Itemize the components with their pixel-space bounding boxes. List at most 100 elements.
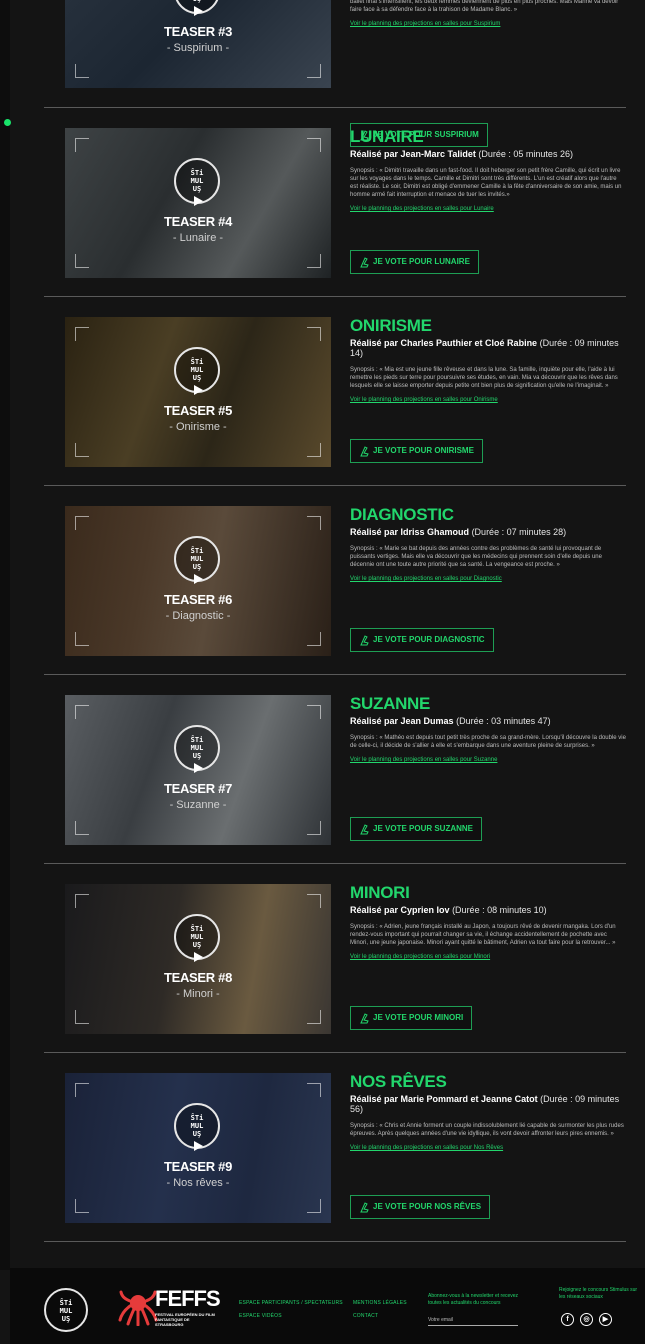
film-title: ONIRISME [350,316,432,335]
video-thumbnail[interactable]: ŜTi MUL UŞ TEASER #5 - Onirisme - [65,317,331,467]
teaser-label: TEASER #5 [163,403,233,418]
vote-button[interactable]: JE VOTE POUR ONIRISME [350,439,483,463]
teaser-subtitle: - Lunaire - [172,232,224,244]
teaser-label: TEASER #8 [163,970,233,985]
link-legal[interactable]: MENTIONS LÉGALES [353,1300,407,1306]
duration: (Durée : 03 minutes 47) [456,716,551,726]
planning-link[interactable]: Voir le planning des projections en sall… [350,576,626,582]
synopsis: ballet final s'intensifient, les deux fe… [350,0,619,13]
duration: (Durée : 05 minutes 26) [478,149,573,159]
side-strip [0,0,10,1270]
director-name: Réalisé par Charles Pauthier et Cloé Rab… [350,338,538,348]
teaser-subtitle: - Minori - [176,988,220,1000]
separator [44,1241,626,1242]
synopsis: Synopsis : « Chris et Annie forment un c… [350,1123,624,1137]
separator [44,485,626,486]
vote-hand-icon [360,1013,369,1024]
film-entry-nos-r-ves: ŜTi MUL UŞ TEASER #9 - Nos rêves - NOS RÊV… [44,1073,626,1223]
octopus-icon [118,1290,158,1326]
planning-link[interactable]: Voir le planning des projections en sall… [350,757,626,763]
facebook-icon[interactable]: f [561,1313,574,1326]
video-thumbnail[interactable]: ŜTi MUL UŞ TEASER #9 - Nos rêves - [65,1073,331,1223]
separator [44,107,626,108]
separator [44,674,626,675]
vote-button[interactable]: JE VOTE POUR NOS RÊVES [350,1195,491,1219]
film-entry-minori: ŜTi MUL UŞ TEASER #8 - Minori - MINORI Réa… [44,884,626,1034]
synopsis: Synopsis : « Mathéo est depuis tout peti… [350,735,626,749]
play-icon[interactable] [194,763,203,773]
video-thumbnail[interactable]: ŜTi MUL UŞ TEASER #7 - Suzanne - [65,695,331,845]
video-thumbnail[interactable]: ŜTi MUL UŞ TEASER #6 - Diagnostic - [65,506,331,656]
link-contact[interactable]: CONTACT [353,1313,378,1319]
footer: ŜTi MUL UŞ FEFFS FESTIVAL EUROPÉEN DU FILM… [10,1268,645,1344]
play-icon[interactable] [194,196,203,206]
film-title: DIAGNOSTIC [350,505,454,524]
film-entry-diagnostic: ŜTi MUL UŞ TEASER #6 - Diagnostic - DIAGNO… [44,506,626,656]
instagram-icon[interactable]: ◎ [580,1313,593,1326]
film-entry-suzanne: ŜTi MUL UŞ TEASER #7 - Suzanne - SUZANNE R… [44,695,626,845]
vote-button-label: JE VOTE POUR MINORI [373,1013,464,1022]
film-entry-lunaire: ŜTi MUL UŞ TEASER #4 - Lunaire - LUNAIRE R… [44,128,626,278]
director-name: Réalisé par Idriss Ghamoud [350,527,470,537]
newsletter-text: Abonnez-vous à la newsletter et recevez … [428,1293,519,1306]
feffs-logo-subtitle: FESTIVAL EUROPÉEN DU FILM FANTASTIQUE DE… [155,1312,215,1327]
vote-hand-icon [360,446,369,457]
play-icon[interactable] [194,1141,203,1151]
vote-button-label: JE VOTE POUR LUNAIRE [373,257,470,266]
synopsis: Synopsis : « Marie se bat depuis des ann… [350,546,602,568]
vote-button[interactable]: JE VOTE POUR SUZANNE [350,817,483,841]
planning-link[interactable]: Voir le planning des projections en sall… [350,954,626,960]
teaser-subtitle: - Nos rêves - [166,1177,230,1189]
video-thumbnail[interactable]: ŜTi MUL UŞ TEASER #8 - Minori - [65,884,331,1034]
play-icon[interactable] [194,385,203,395]
vote-hand-icon [360,824,369,835]
newsletter-email-input[interactable] [428,1314,518,1326]
video-thumbnail[interactable]: ŜTi MUL UŞ TEASER #4 - Lunaire - [65,128,331,278]
duration: (Durée : 08 minutes 10) [452,905,547,915]
vote-button[interactable]: JE VOTE POUR LUNAIRE [350,250,479,274]
vote-button-label: JE VOTE POUR NOS RÊVES [373,1202,482,1211]
director-name: Réalisé par Jean-Marc Talidet [350,149,476,159]
director-name: Réalisé par Marie Pommard et Jeanne Cato… [350,1094,538,1104]
separator [44,863,626,864]
director-line: Réalisé par Marie Pommard et Jeanne Cato… [350,1094,626,1114]
video-thumbnail[interactable]: ŜTiMULUŞ TEASER #3 - Suspirium - [65,0,331,88]
film-title: LUNAIRE [350,127,424,146]
teaser-label: TEASER #3 [163,24,233,39]
planning-link[interactable]: Voir le planning des projections en sall… [350,1145,626,1151]
scroll-indicator-dot[interactable] [4,119,11,126]
play-icon[interactable] [194,952,203,962]
vote-hand-icon [360,635,369,646]
synopsis: Synopsis : « Dimitri travaille dans un f… [350,168,622,198]
film-title: SUZANNE [350,694,431,713]
link-participants[interactable]: ESPACE PARTICIPANTS / SPECTATEURS [239,1300,343,1306]
social-text: Rejoignez le concours Stimulus sur les r… [559,1287,638,1300]
synopsis: Synopsis : « Mia est une jeune fille rêv… [350,367,618,389]
planning-link[interactable]: Voir le planning des projections en sall… [350,21,626,27]
director-name: Réalisé par Cyprien Iov [350,905,450,915]
planning-link[interactable]: Voir le planning des projections en sall… [350,206,626,212]
teaser-subtitle: - Suspirium - [166,42,230,54]
director-line: Réalisé par Cyprien Iov (Durée : 08 minu… [350,905,626,915]
play-icon[interactable] [194,6,203,16]
film-title: MINORI [350,883,410,902]
teaser-subtitle: - Diagnostic - [165,610,231,622]
director-line: Réalisé par Jean Dumas (Durée : 03 minut… [350,716,626,726]
vote-button-label: JE VOTE POUR DIAGNOSTIC [373,635,485,644]
planning-link[interactable]: Voir le planning des projections en sall… [350,397,626,403]
film-entry-onirisme: ŜTi MUL UŞ TEASER #5 - Onirisme - ONIRISME… [44,317,626,467]
film-title: NOS RÊVES [350,1072,447,1091]
link-videos[interactable]: ESPACE VIDÉOS [239,1313,282,1319]
page: ŜTiMULUŞ TEASER #3 - Suspirium - ballet … [0,0,645,1344]
vote-button[interactable]: JE VOTE POUR MINORI [350,1006,473,1030]
vote-button[interactable]: JE VOTE POUR DIAGNOSTIC [350,628,494,652]
director-name: Réalisé par Jean Dumas [350,716,454,726]
teaser-label: TEASER #9 [163,1159,233,1174]
vote-button-label: JE VOTE POUR SUZANNE [373,824,474,833]
play-icon[interactable] [194,574,203,584]
feffs-logo-text[interactable]: FEFFS [155,1286,221,1312]
separator [44,1052,626,1053]
vote-hand-icon [360,257,369,268]
stimulus-footer-logo[interactable]: ŜTi MUL UŞ [44,1288,88,1332]
youtube-icon[interactable]: ▶ [599,1313,612,1326]
